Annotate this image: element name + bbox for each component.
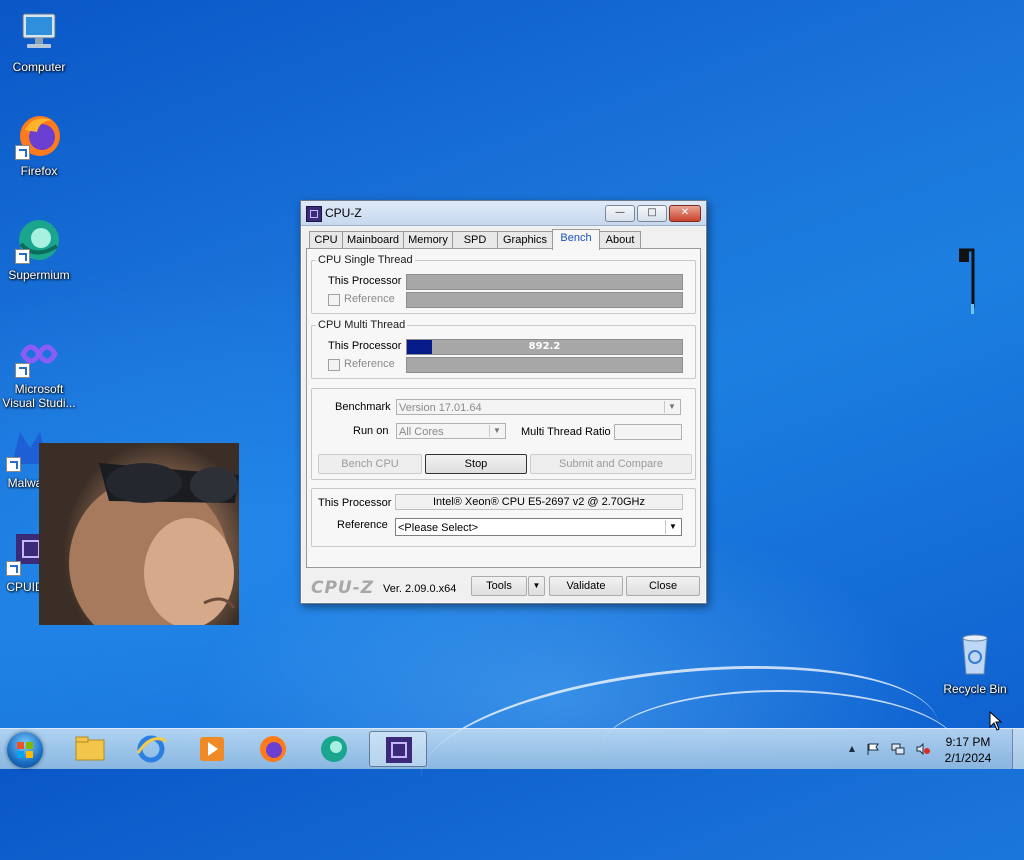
benchmark-label: Benchmark bbox=[335, 401, 391, 413]
desktop-icon-supermium[interactable]: Supermium bbox=[1, 216, 77, 282]
single-reference-label: Reference bbox=[344, 293, 395, 305]
multi-this-processor-label: This Processor bbox=[328, 340, 402, 352]
multi-thread-ratio-field bbox=[614, 424, 682, 440]
tools-button[interactable]: Tools bbox=[471, 576, 527, 596]
shortcut-arrow-icon bbox=[15, 145, 30, 160]
bench-cpu-button[interactable]: Bench CPU bbox=[318, 454, 422, 474]
shortcut-arrow-icon bbox=[6, 561, 21, 576]
single-reference-checkbox[interactable] bbox=[328, 294, 340, 306]
desktop-icon-label: Microsoft Visual Studi... bbox=[2, 382, 76, 410]
info-this-processor-label: This Processor bbox=[318, 497, 392, 509]
taskbar-media-player[interactable] bbox=[183, 731, 241, 767]
firefox-icon bbox=[260, 736, 286, 762]
single-reference-bar bbox=[406, 292, 683, 308]
reference-select[interactable]: <Please Select> ▼ bbox=[395, 518, 682, 536]
validate-button[interactable]: Validate bbox=[549, 576, 623, 596]
clock-time: 9:17 PM bbox=[945, 735, 991, 749]
show-hidden-icons-button[interactable]: ▲ bbox=[845, 743, 859, 755]
version-label: Ver. 2.09.0.x64 bbox=[383, 583, 457, 595]
tab-spd[interactable]: SPD bbox=[452, 231, 498, 249]
folder-icon bbox=[75, 736, 105, 761]
submit-and-compare-button[interactable]: Submit and Compare bbox=[530, 454, 692, 474]
recycle-bin-icon bbox=[951, 630, 999, 678]
cpuz-window: CPU-Z — □ ✕ CPU Mainboard Memory SPD Gra… bbox=[300, 200, 707, 604]
run-on-select: All Cores ▼ bbox=[396, 423, 506, 439]
sidebar-gadget[interactable] bbox=[957, 248, 975, 314]
bench-panel: CPU Single Thread This Processor Referen… bbox=[306, 248, 701, 568]
volume-muted-icon[interactable] bbox=[916, 742, 930, 756]
multi-thread-ratio-label: Multi Thread Ratio bbox=[521, 426, 611, 438]
desktop-icon-label: Computer bbox=[12, 60, 66, 74]
system-clock[interactable]: 9:17 PM 2/1/2024 bbox=[936, 734, 1000, 766]
taskbar-supermium[interactable] bbox=[305, 731, 363, 767]
tab-about[interactable]: About bbox=[599, 231, 641, 249]
supermium-icon bbox=[321, 736, 347, 762]
desktop-icon-label: Recycle Bin bbox=[943, 682, 1007, 696]
chevron-down-icon: ▼ bbox=[664, 401, 679, 413]
taskbar-internet-explorer[interactable] bbox=[122, 731, 180, 767]
taskbar-firefox[interactable] bbox=[244, 731, 302, 767]
single-this-processor-bar bbox=[406, 274, 683, 290]
tab-memory[interactable]: Memory bbox=[403, 231, 453, 249]
media-player-icon bbox=[200, 737, 224, 761]
close-window-button[interactable]: ✕ bbox=[669, 205, 701, 222]
reference-select-value: <Please Select> bbox=[398, 522, 479, 534]
cpuz-icon bbox=[386, 737, 412, 763]
mouse-cursor-icon bbox=[989, 711, 1003, 731]
single-this-processor-label: This Processor bbox=[328, 275, 402, 287]
multi-reference-bar bbox=[406, 357, 683, 373]
taskbar: ▲ 9:17 PM 2/1/2024 bbox=[0, 728, 1024, 769]
desktop-icon-recycle-bin[interactable]: Recycle Bin bbox=[937, 630, 1013, 696]
single-thread-legend: CPU Single Thread bbox=[318, 254, 413, 266]
windows-logo-icon bbox=[17, 742, 33, 758]
taskbar-cpuz[interactable] bbox=[369, 731, 427, 767]
tab-cpu[interactable]: CPU bbox=[309, 231, 343, 249]
shortcut-arrow-icon bbox=[15, 363, 30, 378]
cpuz-app-icon bbox=[306, 206, 322, 222]
network-icon[interactable] bbox=[891, 743, 905, 755]
info-reference-label: Reference bbox=[337, 519, 388, 531]
internet-explorer-icon bbox=[136, 735, 167, 763]
tab-bench[interactable]: Bench bbox=[552, 229, 600, 250]
shortcut-arrow-icon bbox=[6, 457, 21, 472]
taskbar-explorer[interactable] bbox=[61, 731, 119, 767]
desktop-icon-firefox[interactable]: Firefox bbox=[1, 112, 77, 178]
show-desktop-button[interactable] bbox=[1012, 729, 1024, 769]
clock-date: 2/1/2024 bbox=[944, 751, 992, 765]
start-button[interactable] bbox=[7, 732, 43, 768]
info-this-processor-value: Intel® Xeon® CPU E5-2697 v2 @ 2.70GHz bbox=[395, 494, 683, 510]
multi-this-processor-bar: 892.2 bbox=[406, 339, 683, 355]
desktop-icon-label: Supermium bbox=[8, 268, 70, 282]
minimize-button[interactable]: — bbox=[605, 205, 635, 222]
computer-icon bbox=[15, 8, 63, 56]
run-on-value: All Cores bbox=[399, 426, 444, 438]
cpuz-logo: CPU-Z bbox=[311, 578, 375, 598]
visual-studio-icon bbox=[15, 330, 63, 378]
window-titlebar[interactable]: CPU-Z — □ ✕ bbox=[301, 201, 706, 226]
chevron-down-icon: ▼ bbox=[665, 520, 680, 534]
firefox-icon bbox=[15, 112, 63, 160]
desktop-icon-computer[interactable]: Computer bbox=[1, 8, 77, 74]
chevron-down-icon: ▼ bbox=[489, 425, 504, 437]
multi-thread-legend: CPU Multi Thread bbox=[318, 319, 406, 331]
supermium-icon bbox=[15, 216, 63, 264]
maximize-button[interactable]: □ bbox=[637, 205, 667, 222]
tools-dropdown-button[interactable]: ▼ bbox=[528, 576, 545, 596]
benchmark-version-value: Version 17.01.64 bbox=[399, 402, 482, 414]
desktop-icon-visual-studio[interactable]: Microsoft Visual Studi... bbox=[1, 330, 77, 410]
close-button[interactable]: Close bbox=[626, 576, 700, 596]
action-center-flag-icon[interactable] bbox=[866, 743, 880, 755]
tab-mainboard[interactable]: Mainboard bbox=[342, 231, 404, 249]
multi-this-processor-score: 892.2 bbox=[528, 341, 561, 352]
run-on-label: Run on bbox=[353, 425, 389, 437]
tab-graphics[interactable]: Graphics bbox=[497, 231, 553, 249]
chimpanzee-sunglasses-photo bbox=[39, 443, 239, 625]
multi-reference-checkbox[interactable] bbox=[328, 359, 340, 371]
shortcut-arrow-icon bbox=[15, 249, 30, 264]
multi-reference-label: Reference bbox=[344, 358, 395, 370]
desktop-icon-label: Firefox bbox=[20, 164, 58, 178]
window-title: CPU-Z bbox=[325, 206, 362, 220]
benchmark-version-select: Version 17.01.64 ▼ bbox=[396, 399, 681, 415]
stop-button[interactable]: Stop bbox=[425, 454, 527, 474]
